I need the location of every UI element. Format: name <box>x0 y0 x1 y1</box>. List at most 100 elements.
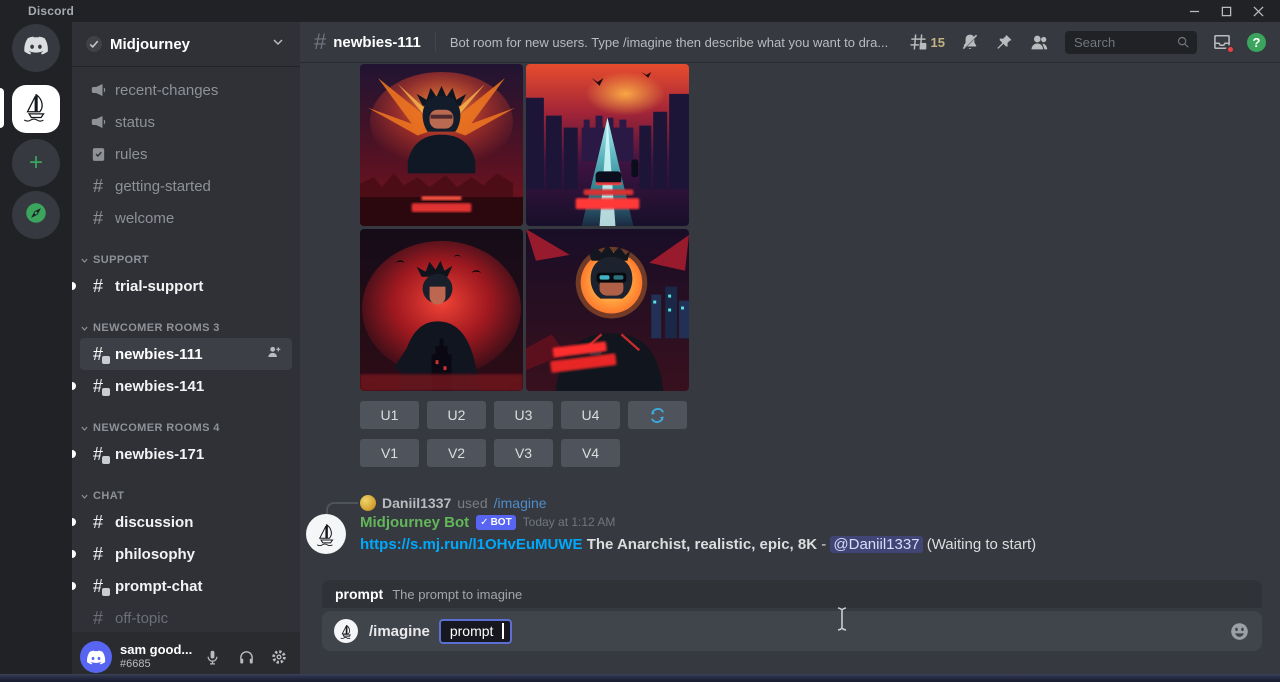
mute-mic-button[interactable] <box>200 643 225 671</box>
v3-button[interactable]: V3 <box>494 439 553 467</box>
username: sam good... <box>120 643 192 658</box>
category-newcomer-rooms-4[interactable]: NEWCOMER ROOMS 4 <box>72 418 300 438</box>
slash-command-link[interactable]: /imagine <box>494 495 547 511</box>
sidebar-item-rules[interactable]: rules <box>80 138 292 170</box>
threads-button[interactable]: 15 <box>908 32 945 52</box>
channel-label: newbies-141 <box>115 378 284 395</box>
sidebar-item-newbies-111[interactable]: # newbies-111 <box>80 338 292 370</box>
text-caret <box>502 623 504 639</box>
user-mention[interactable]: @Daniil1337 <box>830 536 922 553</box>
deafen-button[interactable] <box>233 643 258 671</box>
hash-icon: # <box>88 209 108 227</box>
reply-context[interactable]: Daniil1337 used /imagine <box>360 494 547 511</box>
verified-check-icon <box>86 36 102 52</box>
category-chat[interactable]: CHAT <box>72 486 300 506</box>
taskbar-edge <box>0 674 1280 682</box>
smiley-icon <box>1229 621 1250 642</box>
add-server-button[interactable]: + <box>12 139 60 187</box>
emoji-picker-button[interactable] <box>1229 621 1250 642</box>
sidebar-item-status[interactable]: status <box>80 106 292 138</box>
reply-username[interactable]: Daniil1337 <box>382 495 451 511</box>
v1-button[interactable]: V1 <box>360 439 419 467</box>
hash-chat-icon: # <box>88 577 108 595</box>
channel-topic[interactable]: Bot room for new users. Type /imagine th… <box>450 35 888 50</box>
sidebar-item-off-topic[interactable]: # off-topic <box>80 602 292 632</box>
search-input[interactable] <box>1072 34 1176 51</box>
category-newcomer-rooms-3[interactable]: NEWCOMER ROOMS 3 <box>72 318 300 338</box>
avatar[interactable] <box>80 641 112 673</box>
message-author[interactable]: Midjourney Bot <box>360 514 469 531</box>
v4-button[interactable]: V4 <box>561 439 620 467</box>
generated-image-grid[interactable] <box>360 64 689 391</box>
generated-image-quadrant-2[interactable] <box>526 64 689 226</box>
avatar[interactable] <box>306 514 346 554</box>
status-text: (Waiting to start) <box>927 536 1036 553</box>
mouse-text-cursor <box>836 606 848 637</box>
unread-indicator <box>72 450 76 458</box>
sidebar-item-prompt-chat[interactable]: # prompt-chat <box>80 570 292 602</box>
pinned-messages-button[interactable] <box>995 33 1014 52</box>
chevron-down-icon <box>80 324 89 333</box>
user-discriminator: #6685 <box>120 658 192 671</box>
message-link[interactable]: https://s.mj.run/l1OHvEuMUWE <box>360 536 583 553</box>
message-header: Midjourney Bot ✓ BOT Today at 1:12 AM <box>360 512 615 532</box>
window-close-button[interactable] <box>1246 2 1270 20</box>
u3-button[interactable]: U3 <box>494 401 553 429</box>
bot-avatar <box>334 619 358 643</box>
separator-text: - <box>821 536 826 553</box>
hash-chat-icon: # <box>88 377 108 395</box>
sidebar-item-recent-changes[interactable]: recent-changes <box>80 74 292 106</box>
channel-label: newbies-111 <box>115 346 259 363</box>
generated-image-quadrant-1[interactable] <box>360 64 523 226</box>
reroll-button[interactable] <box>628 401 687 429</box>
user-settings-button[interactable] <box>267 643 292 671</box>
sidebar-item-getting-started[interactable]: # getting-started <box>80 170 292 202</box>
window-minimize-button[interactable] <box>1182 2 1206 20</box>
channel-label: rules <box>115 146 284 163</box>
search-bar[interactable] <box>1065 31 1197 54</box>
discord-home-button[interactable] <box>12 24 60 72</box>
explore-servers-button[interactable] <box>12 191 60 239</box>
generated-image-quadrant-4[interactable] <box>526 229 689 391</box>
threads-count: 15 <box>931 35 945 50</box>
channel-label: getting-started <box>115 178 284 195</box>
server-rail: + <box>0 22 72 682</box>
create-invite-icon[interactable] <box>266 344 284 364</box>
v2-button[interactable]: V2 <box>427 439 486 467</box>
inbox-button[interactable] <box>1212 32 1232 52</box>
avatar[interactable] <box>360 495 376 511</box>
u2-button[interactable]: U2 <box>427 401 486 429</box>
sidebar-item-discussion[interactable]: # discussion <box>80 506 292 538</box>
user-info[interactable]: sam good... #6685 <box>120 643 192 671</box>
prompt-option-field[interactable]: prompt <box>439 619 513 644</box>
message-content: https://s.mj.run/l1OHvEuMUWE The Anarchi… <box>360 534 1260 556</box>
sidebar-item-trial-support[interactable]: # trial-support <box>80 270 292 302</box>
server-icon-midjourney[interactable] <box>12 85 60 133</box>
slash-option-popup: prompt The prompt to imagine <box>322 580 1262 608</box>
sidebar-item-philosophy[interactable]: # philosophy <box>80 538 292 570</box>
unread-indicator <box>72 582 76 590</box>
channel-label: off-topic <box>115 610 284 627</box>
channel-label: recent-changes <box>115 82 284 99</box>
message-composer[interactable]: /imagine prompt <box>322 611 1262 651</box>
help-button[interactable]: ? <box>1247 33 1266 52</box>
window-maximize-button[interactable] <box>1214 2 1238 20</box>
check-icon: ✓ <box>480 516 488 529</box>
upscale-button-row: U1 U2 U3 U4 <box>360 401 687 429</box>
sidebar-item-newbies-171[interactable]: # newbies-171 <box>80 438 292 470</box>
variation-button-row: V1 V2 V3 V4 <box>360 439 620 467</box>
hash-chat-icon: # <box>88 345 108 363</box>
chevron-down-icon <box>80 424 89 433</box>
category-support[interactable]: SUPPORT <box>72 250 300 270</box>
hash-threads-icon <box>908 32 928 52</box>
u1-button[interactable]: U1 <box>360 401 419 429</box>
member-list-button[interactable] <box>1029 32 1050 53</box>
server-header-dropdown[interactable]: Midjourney <box>72 22 300 66</box>
notification-dot <box>1226 45 1235 54</box>
u4-button[interactable]: U4 <box>561 401 620 429</box>
notification-mute-button[interactable] <box>960 32 980 52</box>
sidebar-item-welcome[interactable]: # welcome <box>80 202 292 234</box>
generated-image-quadrant-3[interactable] <box>360 229 523 391</box>
sidebar-item-newbies-141[interactable]: # newbies-141 <box>80 370 292 402</box>
channel-label: philosophy <box>115 546 284 563</box>
